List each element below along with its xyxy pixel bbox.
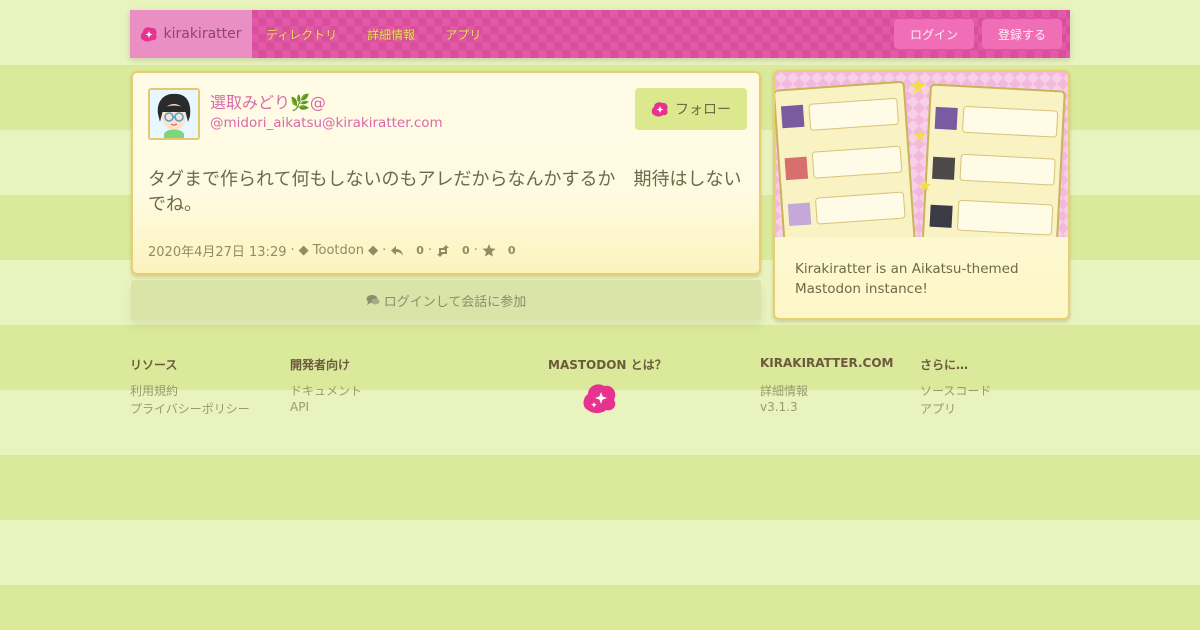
join-conversation-link[interactable]: ログインして会話に参加 (131, 280, 761, 320)
boost-icon[interactable] (436, 244, 450, 257)
top-navbar: kirakiratter ディレクトリ 詳細情報 アプリ ログイン 登録する (130, 10, 1070, 58)
footer-link-about[interactable]: 詳細情報 (760, 382, 808, 399)
comments-icon (366, 295, 380, 305)
register-button[interactable]: 登録する (981, 19, 1062, 49)
footer-link-source-code[interactable]: ソースコード (920, 382, 991, 399)
footer-link-terms[interactable]: 利用規約 (130, 382, 178, 399)
nav-link-directory[interactable]: ディレクトリ (266, 26, 337, 43)
kirakira-logo-icon[interactable] (582, 382, 618, 414)
kirakira-logo-icon (651, 102, 668, 117)
status-card: 選取みどり🌿@ @midori_aikatsu@kirakiratter.com… (131, 71, 761, 275)
brand-name: kirakiratter (163, 26, 242, 42)
instance-hero-image (775, 72, 1068, 237)
follow-button[interactable]: フォロー (635, 88, 747, 130)
avatar-image (150, 90, 198, 138)
footer-title-developers: 開発者向け (290, 358, 351, 372)
login-button[interactable]: ログイン (893, 19, 974, 49)
footer-link-api[interactable]: API (290, 400, 309, 414)
footer-link-apps[interactable]: アプリ (920, 400, 956, 417)
status-application[interactable]: ◆ Tootdon ◆ (299, 243, 378, 258)
instance-info-card: Kirakiratter is an Aikatsu-themed Mastod… (773, 70, 1070, 320)
footer-link-version[interactable]: v3.1.3 (760, 400, 798, 414)
footer-link-privacy[interactable]: プライバシーポリシー (130, 400, 250, 417)
reply-count: 0 (416, 244, 424, 257)
status-content: タグまで作られて何もしないのもアレだからなんかするか 期待はしないでね。 (148, 169, 742, 215)
join-conversation-label: ログインして会話に参加 (383, 294, 527, 310)
footer-link-docs[interactable]: ドキュメント (290, 382, 362, 399)
follow-label: フォロー (675, 102, 731, 118)
nav-link-apps[interactable]: アプリ (445, 26, 481, 43)
avatar[interactable] (148, 88, 200, 140)
account-handle[interactable]: @midori_aikatsu@kirakiratter.com (210, 115, 443, 131)
status-meta: 2020年4月27日 13:29 · ◆ Tootdon ◆ · 0 · 0 ·… (148, 241, 516, 260)
footer-title-mastodon: MASTODON とは？ (548, 358, 667, 372)
star-icon[interactable] (482, 244, 496, 257)
display-name[interactable]: 選取みどり🌿@ (210, 89, 326, 113)
footer-title-more: さらに… (920, 358, 969, 372)
status-date[interactable]: 2020年4月27日 13:29 (148, 241, 287, 260)
boost-count: 0 (462, 244, 470, 257)
reply-icon[interactable] (390, 245, 404, 257)
kirakira-logo-icon (141, 27, 158, 42)
footer-title-instance: KIRAKIRATTER.COM (760, 356, 894, 370)
footer-title-resources: リソース (130, 358, 178, 372)
nav-link-about[interactable]: 詳細情報 (367, 26, 415, 43)
favourite-count: 0 (507, 244, 516, 257)
instance-description: Kirakiratter is an Aikatsu-themed Mastod… (795, 261, 1019, 297)
brand-link[interactable]: kirakiratter (130, 10, 252, 58)
